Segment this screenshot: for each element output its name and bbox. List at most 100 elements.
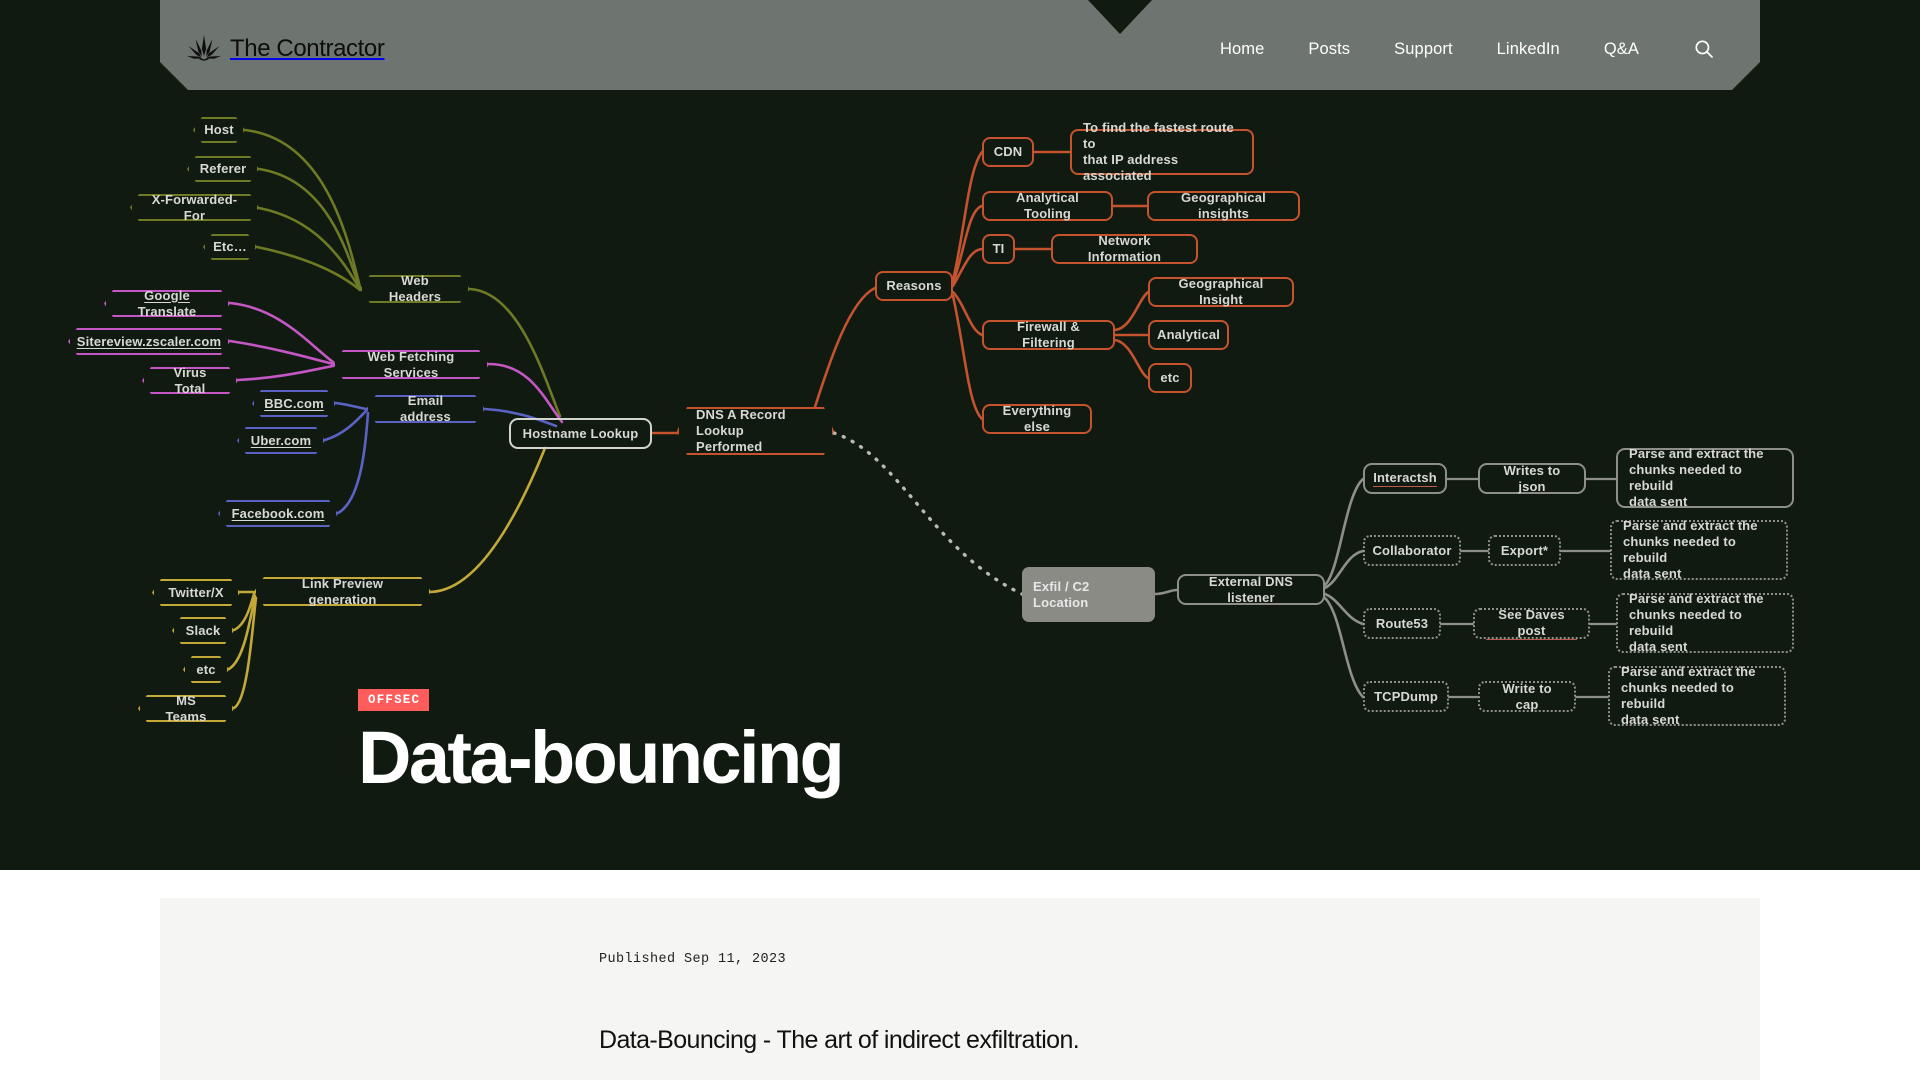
site-header: The Contractor Home Posts Support Linked… xyxy=(160,0,1760,90)
mindmap-node-route53: Route53 xyxy=(1363,608,1441,639)
mindmap-node-everything-else: Everything else xyxy=(982,403,1092,434)
mindmap-node-label: Link Preview generation xyxy=(301,575,384,607)
nav-item-support[interactable]: Support xyxy=(1394,40,1453,59)
mindmap-node-label: Writes to json xyxy=(1503,462,1561,494)
mindmap-node-label: TCPDump xyxy=(1374,688,1438,704)
nav-item-qa[interactable]: Q&A xyxy=(1604,40,1639,59)
mindmap-node-tcpdump: TCPDump xyxy=(1363,681,1449,712)
mindmap-node-label: etc xyxy=(1160,370,1180,386)
mindmap-node-label: To find the fastest route to that IP add… xyxy=(1083,120,1234,183)
nav-item-posts[interactable]: Posts xyxy=(1308,40,1350,59)
mindmap-node-label: Geographical insights xyxy=(1181,190,1266,221)
mindmap-node-referer: Referer xyxy=(187,156,259,182)
mindmap-node-label: Virus Total xyxy=(173,364,207,396)
mindmap-node-virus-total: Virus Total xyxy=(142,367,238,394)
mindmap-node-label: Everything else xyxy=(1002,403,1072,434)
mindmap-node-analytical: Analytical xyxy=(1148,320,1229,350)
brand-name: The Contractor xyxy=(230,35,385,62)
mindmap-node-label: Email address xyxy=(400,393,451,424)
mindmap-node-ms-teams: MS Teams xyxy=(138,695,234,722)
mindmap-node-label: Reasons xyxy=(886,278,942,294)
nav-item-linkedin[interactable]: LinkedIn xyxy=(1497,40,1560,59)
mindmap-node-parse-3: Parse and extract the chunks needed to r… xyxy=(1616,591,1794,654)
search-button[interactable] xyxy=(1691,36,1717,62)
mindmap-node-web-fetching: Web Fetching Services xyxy=(333,350,489,379)
mindmap-node-web-headers: Web Headers xyxy=(360,275,470,303)
mindmap-node-hostname-lookup: Hostname Lookup xyxy=(509,418,652,449)
mindmap-node-x-forwarded-for: X-Forwarded-For xyxy=(130,194,259,221)
mindmap-node-label: Parse and extract the chunks needed to r… xyxy=(1623,518,1758,581)
mindmap-node-label: Slack xyxy=(185,622,221,638)
mindmap-node-label: etc xyxy=(196,661,216,677)
mindmap-node-etc: etc xyxy=(183,656,229,683)
mindmap-node-dns-a-record: DNS A Record Lookup Performed xyxy=(677,407,834,455)
mindmap-node-firewall: Firewall & Filtering xyxy=(982,319,1115,350)
mindmap-node-network-info: Network Information xyxy=(1051,233,1198,264)
mindmap-node-link-preview: Link Preview generation xyxy=(254,577,431,606)
mindmap-node-label: BBC.com xyxy=(264,395,324,411)
mindmap-node-slack: Slack xyxy=(172,617,234,644)
mindmap-node-exfil-c2: Exfil / C2 Location xyxy=(1022,567,1155,622)
mindmap-node-label: Route53 xyxy=(1375,615,1429,631)
mindmap-node-label: Parse and extract the chunks needed to r… xyxy=(1621,664,1756,727)
mindmap-node-label: Web Headers xyxy=(388,273,442,304)
mindmap-node-label: Export* xyxy=(1500,542,1549,558)
mindmap-node-label: Hostname Lookup xyxy=(522,425,639,441)
mindmap-node-label: External DNS listener xyxy=(1208,573,1294,605)
search-icon xyxy=(1695,40,1713,58)
nav-item-home[interactable]: Home xyxy=(1220,40,1264,59)
mindmap-node-parse-2: Parse and extract the chunks needed to r… xyxy=(1610,518,1788,581)
brand-link[interactable]: The Contractor xyxy=(187,34,385,64)
mindmap-node-label: Interactsh xyxy=(1373,470,1437,488)
mindmap-node-label: DNS A Record Lookup Performed xyxy=(696,407,786,454)
mindmap-node-reasons: Reasons xyxy=(875,271,953,301)
mindmap-node-ti: TI xyxy=(982,234,1015,264)
mindmap-node-label: Analytical xyxy=(1157,327,1220,343)
mindmap-node-label: Geographical Insight xyxy=(1178,276,1264,307)
mindmap-node-label: Parse and extract the chunks needed to r… xyxy=(1629,591,1764,654)
mindmap-node-label: Uber.com xyxy=(250,432,312,448)
published-date: Published Sep 11, 2023 xyxy=(599,952,787,967)
mindmap-node-interactsh: Interactsh xyxy=(1363,463,1447,494)
mindmap-node-label: X-Forwarded-For xyxy=(151,191,238,223)
mindmap-node-collaborator: Collaborator xyxy=(1363,535,1461,566)
mindmap-node-write-cap: Write to cap xyxy=(1478,681,1576,712)
mindmap-node-email-address: Email address xyxy=(366,395,485,423)
mindmap-node-host: Host xyxy=(193,117,245,143)
mindmap-node-google-translate: Google Translate xyxy=(104,290,230,317)
category-badge[interactable]: OFFSEC xyxy=(358,689,430,711)
mindmap-node-uber: Uber.com xyxy=(237,427,325,454)
mindmap-node-label: Sitereview.zscaler.com xyxy=(76,333,222,349)
mindmap-node-etc-dots: Etc… xyxy=(203,234,257,260)
main-nav: Home Posts Support LinkedIn Q&A xyxy=(1220,36,1717,62)
mindmap-node-geo-insight: Geographical Insight xyxy=(1148,276,1294,307)
mindmap-node-export: Export* xyxy=(1488,535,1561,566)
starburst-logo-icon xyxy=(187,35,221,61)
mindmap-node-etc2: etc xyxy=(1148,363,1192,393)
mindmap-node-zscaler: Sitereview.zscaler.com xyxy=(68,328,230,355)
mindmap-node-label: Facebook.com xyxy=(231,505,325,521)
mindmap-diagram: Host Referer X-Forwarded-For Etc… Web Header… xyxy=(0,0,1920,780)
mindmap-node-daves-post: See Daves post xyxy=(1473,607,1590,641)
mindmap-node-label: TI xyxy=(992,241,1005,257)
article-heading: Data-Bouncing - The art of indirect exfi… xyxy=(599,1026,1080,1054)
mindmap-node-ext-dns: External DNS listener xyxy=(1177,574,1325,605)
mindmap-node-writes-json: Writes to json xyxy=(1478,463,1586,494)
page-title: Data-bouncing xyxy=(358,716,845,799)
mindmap-node-label: CDN xyxy=(993,144,1023,160)
hero-section: Host Referer X-Forwarded-For Etc… Web Header… xyxy=(0,0,1920,870)
mindmap-node-label: Parse and extract the chunks needed to r… xyxy=(1629,446,1764,509)
mindmap-node-analytical-tooling: Analytical Tooling xyxy=(982,190,1113,221)
mindmap-node-facebook: Facebook.com xyxy=(218,500,338,527)
mindmap-node-label: Exfil / C2 Location xyxy=(1033,578,1090,610)
mindmap-node-label: Analytical Tooling xyxy=(1016,190,1079,221)
mindmap-node-bbc: BBC.com xyxy=(252,390,336,417)
mindmap-node-parse-1: Parse and extract the chunks needed to r… xyxy=(1616,446,1794,509)
mindmap-node-label: Firewall & Filtering xyxy=(1017,319,1080,350)
mindmap-node-label: Google Translate xyxy=(137,287,197,319)
mindmap-node-geo-insights: Geographical insights xyxy=(1147,190,1300,221)
mindmap-node-label: Web Fetching Services xyxy=(367,348,455,380)
article-card: Published Sep 11, 2023 Data-Bouncing - T… xyxy=(160,898,1760,1080)
mindmap-node-cdn: CDN xyxy=(982,137,1034,167)
mindmap-node-cdn-reason: To find the fastest route to that IP add… xyxy=(1070,120,1254,183)
